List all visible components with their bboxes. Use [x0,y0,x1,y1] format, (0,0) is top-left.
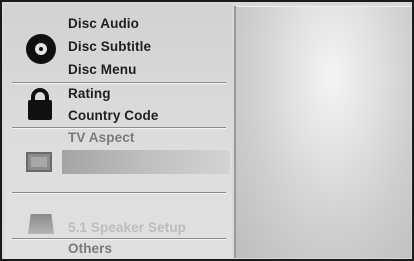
menu-divider [12,192,226,194]
menu-item-rating[interactable]: Rating [68,84,218,104]
preview-panel [234,6,411,258]
selected-row-highlight[interactable] [62,150,230,174]
menu-item-tv-aspect[interactable]: TV Aspect [68,128,218,148]
tv-icon [26,152,52,172]
settings-menu-panel: Disc Audio Disc Subtitle Disc Menu Ratin… [4,4,232,259]
disc-icon [26,34,56,64]
menu-item-others[interactable]: Others [68,239,218,259]
menu-item-speaker-setup[interactable]: 5.1 Speaker Setup [68,218,218,238]
menu-item-disc-audio[interactable]: Disc Audio [68,14,218,34]
lock-icon [28,88,52,120]
menu-item-country-code[interactable]: Country Code [68,106,218,126]
menu-item-disc-menu[interactable]: Disc Menu [68,60,218,80]
menu-item-disc-subtitle[interactable]: Disc Subtitle [68,37,218,57]
dvd-setup-menu: Disc Audio Disc Subtitle Disc Menu Ratin… [0,0,414,261]
speaker-icon [28,214,54,234]
